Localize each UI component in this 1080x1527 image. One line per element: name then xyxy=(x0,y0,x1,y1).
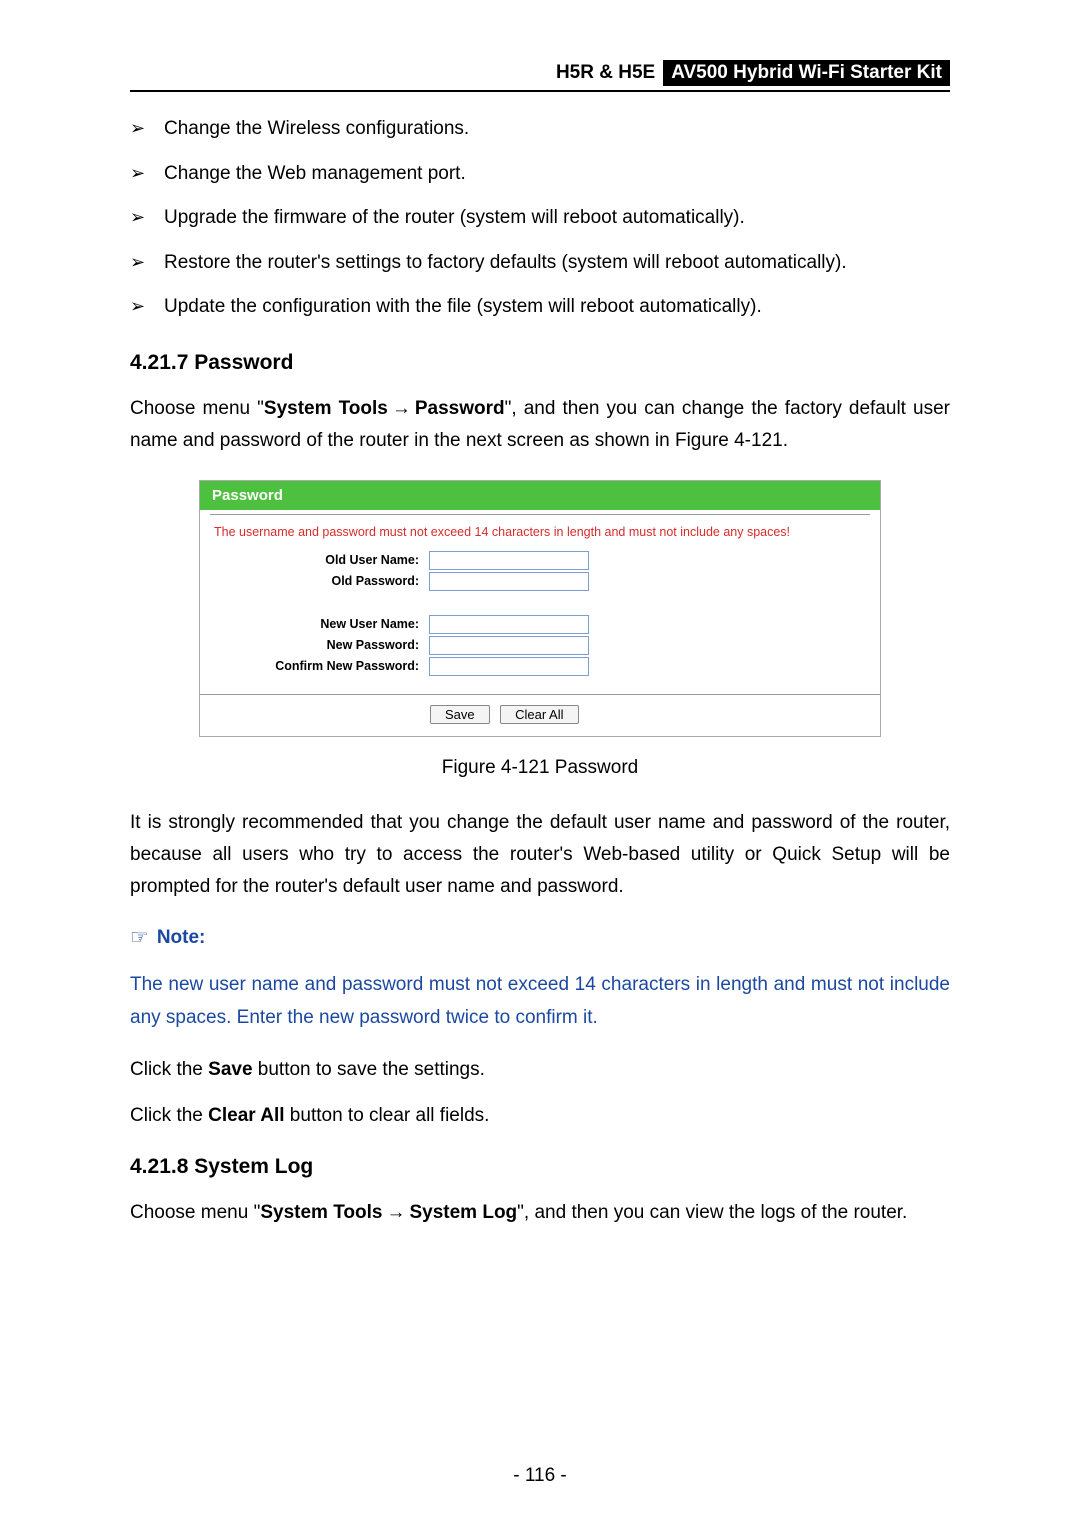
save-button[interactable]: Save xyxy=(430,705,490,724)
system-log-intro-paragraph: Choose menu "System Tools→System Log", a… xyxy=(130,1197,950,1229)
list-item: ➢ Upgrade the firmware of the router (sy… xyxy=(130,205,950,232)
list-item: ➢ Update the configuration with the file… xyxy=(130,294,950,321)
label-new-user: New User Name: xyxy=(214,617,429,631)
form-row-old-user: Old User Name: xyxy=(200,551,880,570)
bullet-icon: ➢ xyxy=(130,161,164,186)
clear-all-button[interactable]: Clear All xyxy=(500,705,578,724)
section-heading-system-log: 4.21.8 System Log xyxy=(130,1155,950,1179)
arrow-icon: → xyxy=(386,1197,405,1229)
bullet-text: Change the Wireless configurations. xyxy=(164,116,469,143)
menu-path-system-tools: System Tools xyxy=(260,1202,382,1223)
new-user-name-input[interactable] xyxy=(429,615,589,634)
list-item: ➢ Change the Web management port. xyxy=(130,161,950,188)
form-row-new-user: New User Name: xyxy=(200,615,880,634)
old-user-name-input[interactable] xyxy=(429,551,589,570)
clear-instruction: Click the Clear All button to clear all … xyxy=(130,1100,950,1132)
list-item: ➢ Change the Wireless configurations. xyxy=(130,116,950,143)
recommendation-paragraph: It is strongly recommended that you chan… xyxy=(130,807,950,904)
old-password-input[interactable] xyxy=(429,572,589,591)
bullet-text: Restore the router's settings to factory… xyxy=(164,250,847,277)
menu-path-password: Password xyxy=(415,398,505,419)
bullet-icon: ➢ xyxy=(130,294,164,319)
header-product-badge: AV500 Hybrid Wi-Fi Starter Kit xyxy=(663,60,950,86)
bullet-text: Change the Web management port. xyxy=(164,161,466,188)
form-row-new-pass: New Password: xyxy=(200,636,880,655)
panel-title: Password xyxy=(200,481,880,510)
label-old-pass: Old Password: xyxy=(214,574,429,588)
figure-caption: Figure 4-121 Password xyxy=(130,757,950,779)
header-model: H5R & H5E xyxy=(556,62,655,84)
bullet-icon: ➢ xyxy=(130,250,164,275)
page-number: - 116 - xyxy=(0,1465,1080,1487)
bullet-text: Update the configuration with the file (… xyxy=(164,294,762,321)
button-row: Save Clear All xyxy=(200,694,880,736)
note-body: The new user name and password must not … xyxy=(130,969,950,1034)
bullet-icon: ➢ xyxy=(130,205,164,230)
label-new-pass: New Password: xyxy=(214,638,429,652)
menu-path-system-log: System Log xyxy=(409,1202,517,1223)
confirm-password-input[interactable] xyxy=(429,657,589,676)
password-intro-paragraph: Choose menu "System Tools→Password", and… xyxy=(130,393,950,458)
pointing-hand-icon: ☞ xyxy=(130,925,149,950)
divider xyxy=(210,514,870,515)
bullet-text: Upgrade the firmware of the router (syst… xyxy=(164,205,745,232)
label-confirm: Confirm New Password: xyxy=(214,659,429,673)
form-row-confirm: Confirm New Password: xyxy=(200,657,880,676)
list-item: ➢ Restore the router's settings to facto… xyxy=(130,250,950,277)
form-row-old-pass: Old Password: xyxy=(200,572,880,591)
note-label: Note: xyxy=(157,927,206,949)
label-old-user: Old User Name: xyxy=(214,553,429,567)
menu-path-system-tools: System Tools xyxy=(264,398,388,419)
warning-text: The username and password must not excee… xyxy=(200,521,880,549)
section-heading-password: 4.21.7 Password xyxy=(130,351,950,375)
note-heading: ☞ Note: xyxy=(130,925,950,950)
arrow-icon: → xyxy=(392,393,411,425)
page-header: H5R & H5E AV500 Hybrid Wi-Fi Starter Kit xyxy=(130,60,950,92)
save-instruction: Click the Save button to save the settin… xyxy=(130,1054,950,1086)
action-bullet-list: ➢ Change the Wireless configurations. ➢ … xyxy=(130,116,950,321)
bullet-icon: ➢ xyxy=(130,116,164,141)
new-password-input[interactable] xyxy=(429,636,589,655)
password-screenshot: Password The username and password must … xyxy=(199,480,881,737)
